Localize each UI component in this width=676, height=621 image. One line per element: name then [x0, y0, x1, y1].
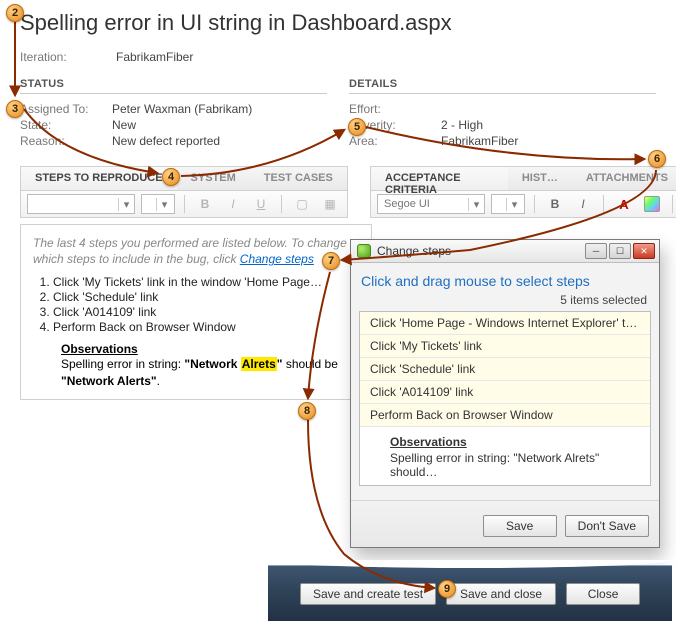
- repro-step-list: Click 'My Tickets' link in the window 'H…: [53, 275, 359, 334]
- dont-save-button[interactable]: Don't Save: [565, 515, 649, 537]
- assigned-to-value: Peter Waxman (Fabrikam): [112, 102, 252, 116]
- severity-value: 2 - High: [441, 118, 483, 132]
- save-and-close-button[interactable]: Save and close: [446, 583, 556, 605]
- left-toolbar: ▾ ▾ B I U ▢ ▦: [20, 190, 348, 218]
- dialog-icon: [357, 244, 371, 258]
- state-value: New: [112, 118, 136, 132]
- area-value: FabrikamFiber: [441, 134, 518, 148]
- details-heading: DETAILS: [349, 78, 656, 94]
- step-item[interactable]: Click 'Home Page - Windows Internet Expl…: [360, 312, 650, 335]
- reason-value: New defect reported: [112, 134, 220, 148]
- close-button[interactable]: ✕: [633, 243, 655, 259]
- font-dropdown-left[interactable]: ▾: [27, 194, 135, 214]
- size-dropdown-right[interactable]: ▾: [491, 194, 525, 214]
- iteration-value: FabrikamFiber: [116, 50, 193, 64]
- tab-history[interactable]: HIST…: [508, 167, 572, 190]
- callout-6: 6: [648, 150, 666, 168]
- step-item[interactable]: Perform Back on Browser Window: [360, 404, 650, 427]
- save-and-create-test-button[interactable]: Save and create test: [300, 583, 436, 605]
- effort-label: Effort:: [349, 102, 441, 116]
- repro-step: Perform Back on Browser Window: [53, 320, 359, 334]
- minimize-button[interactable]: ─: [585, 243, 607, 259]
- reason-label: Reason:: [20, 134, 112, 148]
- attach-icon[interactable]: ▦: [319, 194, 341, 214]
- bold-button[interactable]: B: [544, 194, 566, 214]
- tab-acceptance-criteria[interactable]: ACCEPTANCE CRITERIA: [371, 167, 508, 190]
- bottom-action-bar: Save and create test Save and close Clos…: [268, 565, 672, 621]
- repro-hint: The last 4 steps you performed are liste…: [33, 235, 359, 267]
- dialog-buttons: Save Don't Save: [351, 500, 659, 547]
- step-item[interactable]: Click 'My Tickets' link: [360, 335, 650, 358]
- step-item-observations[interactable]: Observations Spelling error in string: "…: [360, 427, 650, 485]
- repro-step: Click 'My Tickets' link in the window 'H…: [53, 275, 359, 289]
- font-color-icon[interactable]: A: [613, 194, 635, 214]
- right-tabs: ACCEPTANCE CRITERIA HIST… ATTACHMENTS: [370, 166, 676, 190]
- callout-2: 2: [6, 4, 24, 22]
- tab-system[interactable]: SYSTEM: [177, 167, 250, 190]
- italic-button[interactable]: I: [572, 194, 594, 214]
- assigned-to-label: Assigned To:: [20, 102, 112, 116]
- observations-heading: Observations: [390, 435, 640, 449]
- obs-text: .: [157, 374, 160, 388]
- callout-4: 4: [162, 168, 180, 186]
- step-item[interactable]: Click 'A014109' link: [360, 381, 650, 404]
- tab-test-cases[interactable]: TEST CASES: [250, 167, 347, 190]
- observations-body: Spelling error in string: "Network Alret…: [61, 356, 359, 388]
- bold-button[interactable]: B: [194, 194, 216, 214]
- callout-9: 9: [438, 580, 456, 598]
- change-steps-link[interactable]: Change steps: [240, 252, 314, 266]
- obs-highlight: Alrets: [241, 357, 277, 371]
- left-tabs: STEPS TO REPRODUCE SYSTEM TEST CASES: [20, 166, 348, 190]
- change-steps-dialog: Change steps ─ ☐ ✕ Click and drag mouse …: [350, 239, 660, 548]
- callout-7: 7: [322, 252, 340, 270]
- observations-body: Spelling error in string: "Network Alret…: [390, 451, 640, 479]
- page-title: Spelling error in UI string in Dashboard…: [20, 10, 656, 36]
- callout-5: 5: [348, 118, 366, 136]
- chevron-down-icon: ▾: [506, 198, 522, 211]
- iteration-row: Iteration: FabrikamFiber: [20, 50, 656, 64]
- steps-list: Click 'Home Page - Windows Internet Expl…: [359, 311, 651, 486]
- area-label: Area:: [349, 134, 441, 148]
- dialog-titlebar[interactable]: Change steps ─ ☐ ✕: [351, 240, 659, 263]
- font-dropdown-text: Segoe UI: [378, 198, 468, 210]
- obs-text: should be: [282, 357, 337, 371]
- tab-steps-to-reproduce[interactable]: STEPS TO REPRODUCE: [21, 167, 177, 190]
- italic-button[interactable]: I: [222, 194, 244, 214]
- underline-button[interactable]: U: [250, 194, 272, 214]
- callout-3: 3: [6, 100, 24, 118]
- chevron-down-icon: ▾: [468, 198, 484, 211]
- maximize-button[interactable]: ☐: [609, 243, 631, 259]
- obs-correct: "Network Alerts": [61, 374, 157, 388]
- observations-heading: Observations: [61, 342, 359, 356]
- repro-step: Click 'A014109' link: [53, 305, 359, 319]
- steps-to-reproduce-box: The last 4 steps you performed are liste…: [20, 224, 372, 400]
- state-label: State:: [20, 118, 112, 132]
- obs-text: Spelling error in string:: [61, 357, 184, 371]
- chevron-down-icon: ▾: [156, 198, 172, 211]
- iteration-label: Iteration:: [20, 50, 92, 64]
- dialog-title-text: Change steps: [377, 244, 451, 258]
- obs-text: "Network: [184, 357, 240, 371]
- step-item[interactable]: Click 'Schedule' link: [360, 358, 650, 381]
- repro-step: Click 'Schedule' link: [53, 290, 359, 304]
- tab-attachments[interactable]: ATTACHMENTS: [572, 167, 676, 190]
- font-dropdown-right[interactable]: Segoe UI ▾: [377, 194, 485, 214]
- size-dropdown-left[interactable]: ▾: [141, 194, 175, 214]
- highlight-color-icon[interactable]: [641, 194, 663, 214]
- save-button[interactable]: Save: [483, 515, 557, 537]
- image-icon[interactable]: ▢: [291, 194, 313, 214]
- dialog-hint: Click and drag mouse to select steps: [351, 263, 659, 293]
- close-button-bottom[interactable]: Close: [566, 583, 640, 605]
- status-heading: STATUS: [20, 78, 327, 94]
- chevron-down-icon: ▾: [118, 198, 134, 211]
- selected-count: 5 items selected: [351, 293, 659, 311]
- callout-8: 8: [298, 402, 316, 420]
